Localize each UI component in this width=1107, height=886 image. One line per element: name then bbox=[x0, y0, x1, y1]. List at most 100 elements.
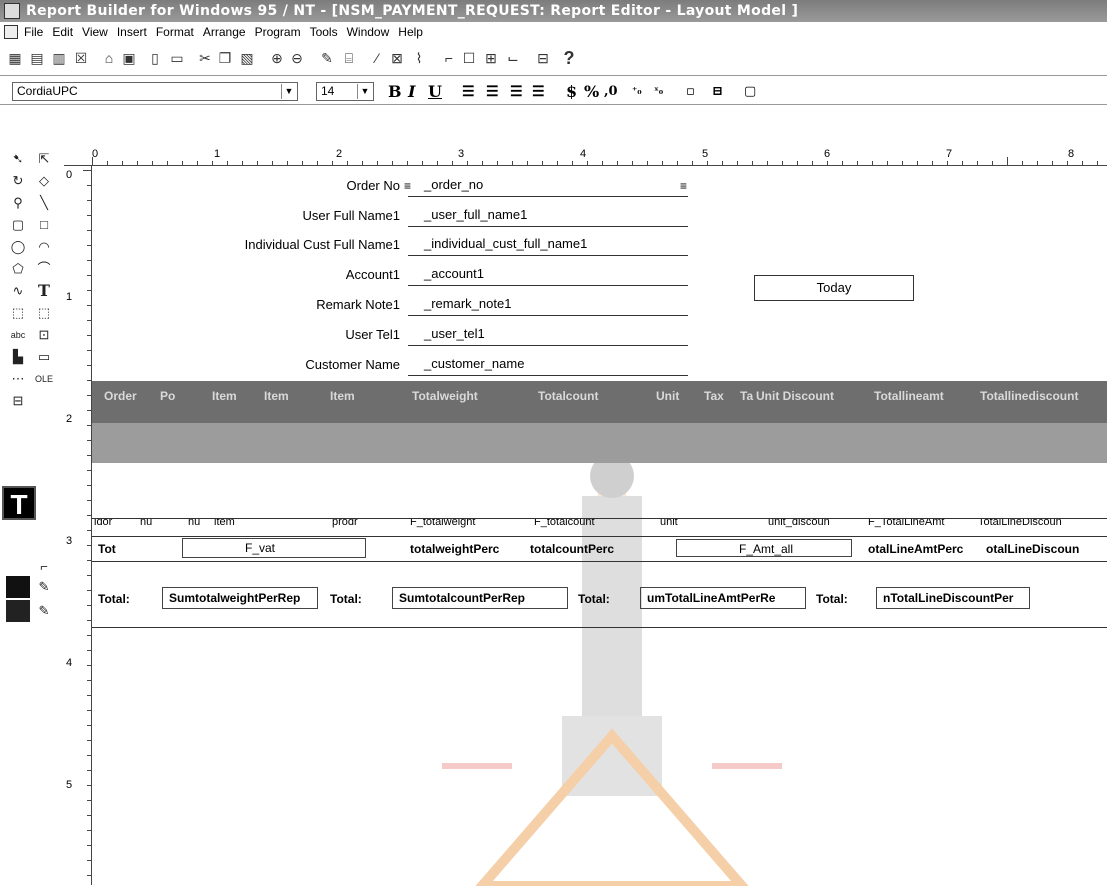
field-remark-note[interactable]: _remark_note1 bbox=[408, 294, 688, 316]
open-icon[interactable]: ⌂ bbox=[100, 49, 118, 67]
layout-model-icon[interactable]: ▤ bbox=[28, 49, 46, 67]
chevron-down-icon[interactable]: ▼ bbox=[357, 84, 372, 99]
ole-icon[interactable]: OLE bbox=[32, 368, 56, 390]
layout-canvas[interactable]: Order No _order_no User Full Name1 _user… bbox=[92, 166, 1107, 886]
justify-icon[interactable]: ☰ bbox=[532, 83, 545, 101]
data-model-icon[interactable]: ▦ bbox=[6, 49, 24, 67]
sum-line-amt-field[interactable]: umTotalLineAmtPerRe bbox=[640, 587, 806, 609]
zoom-out-icon[interactable]: ⊖ bbox=[288, 49, 306, 67]
menu-window[interactable]: Window bbox=[347, 22, 390, 42]
menu-edit[interactable]: Edit bbox=[52, 22, 73, 42]
menu-view[interactable]: View bbox=[82, 22, 108, 42]
document-icon[interactable] bbox=[4, 25, 18, 39]
vat-field[interactable]: F_vat bbox=[182, 538, 366, 558]
fill-color-icon[interactable]: ⌐ bbox=[32, 556, 56, 578]
polygon-icon[interactable]: ⬠ bbox=[6, 258, 30, 280]
zoom-in-icon[interactable]: ⊕ bbox=[268, 49, 286, 67]
save-icon[interactable]: ▣ bbox=[120, 49, 138, 67]
text-swatch-icon[interactable] bbox=[6, 600, 30, 622]
line-disc-pct-field[interactable]: otalLineDiscoun bbox=[986, 541, 1079, 557]
magnify-select-icon[interactable]: ⇱ bbox=[32, 148, 56, 170]
border-icon[interactable]: ▫ bbox=[686, 83, 695, 101]
repeat-field[interactable]: unit bbox=[660, 519, 678, 528]
font-name-select[interactable]: CordiaUPC ▼ bbox=[12, 82, 298, 101]
repeat-field[interactable]: F_totalweight bbox=[410, 519, 475, 528]
wizard-icon[interactable]: ✎ bbox=[318, 49, 336, 67]
align-center-icon[interactable]: ⊞ bbox=[482, 49, 500, 67]
chevron-down-icon[interactable]: ▼ bbox=[281, 84, 296, 99]
menu-tools[interactable]: Tools bbox=[310, 22, 338, 42]
summary-row[interactable]: Total: SumtotalweightPerRep Total: Sumto… bbox=[92, 562, 1107, 628]
total-count-pct-field[interactable]: totalcountPerc bbox=[530, 541, 614, 557]
fill-swatch-icon[interactable] bbox=[6, 576, 30, 598]
align-left-icon[interactable]: ☰ bbox=[462, 83, 475, 101]
font-size-select[interactable]: 14 ▼ bbox=[316, 82, 374, 101]
ellipse-icon[interactable]: ◯ bbox=[6, 236, 30, 258]
layout-properties-icon[interactable]: ⊟ bbox=[534, 49, 552, 67]
bold-button[interactable]: B bbox=[388, 83, 402, 101]
line-spacing-icon[interactable]: ⊟ bbox=[712, 83, 723, 101]
menu-format[interactable]: Format bbox=[156, 22, 194, 42]
field-customer-name[interactable]: _customer_name bbox=[408, 354, 688, 376]
menu-arrange[interactable]: Arrange bbox=[203, 22, 246, 42]
chart-icon[interactable]: ⌸ bbox=[340, 49, 358, 67]
line-icon[interactable]: ╲ bbox=[32, 192, 56, 214]
field-user-full-name[interactable]: _user_full_name1 bbox=[408, 205, 688, 227]
freehand-icon[interactable]: ∿ bbox=[6, 280, 30, 302]
frame-tool-icon[interactable]: ⬚ bbox=[6, 302, 30, 324]
brush-icon[interactable]: ⌇ bbox=[410, 49, 428, 67]
polyline-icon[interactable]: ⌒ bbox=[32, 258, 56, 280]
align-bottom-icon[interactable]: ⌙ bbox=[504, 49, 522, 67]
field-icon[interactable]: ⁄ bbox=[368, 49, 386, 67]
remove-decimal-icon[interactable]: ˣ₀ bbox=[654, 83, 663, 101]
totals-row[interactable]: Tot F_vat totalweightPerc totalcountPerc… bbox=[92, 536, 1107, 562]
underline-button[interactable]: U bbox=[428, 83, 442, 101]
copy-icon[interactable]: ❐ bbox=[216, 49, 234, 67]
field-tool-icon[interactable]: abc bbox=[6, 324, 30, 346]
arc-icon[interactable]: ◠ bbox=[32, 236, 56, 258]
magnify-icon[interactable]: ⚲ bbox=[6, 192, 30, 214]
align-box-icon[interactable]: ☐ bbox=[460, 49, 478, 67]
frame-icon[interactable]: ▢ bbox=[744, 83, 756, 101]
menu-help[interactable]: Help bbox=[398, 22, 423, 42]
close-view-icon[interactable]: ☒ bbox=[72, 49, 90, 67]
percent-button[interactable]: % bbox=[584, 83, 599, 101]
resize-handle[interactable]: ≡ bbox=[680, 180, 687, 192]
app-icon[interactable] bbox=[4, 3, 20, 19]
repeating-frame-band[interactable] bbox=[92, 423, 1107, 463]
field-individual-cust[interactable]: _individual_cust_full_name1 bbox=[408, 234, 688, 256]
comma-button[interactable]: ,0 bbox=[604, 83, 618, 101]
format-icon[interactable]: ⊠ bbox=[388, 49, 406, 67]
italic-button[interactable]: I bbox=[408, 83, 415, 101]
repeat-field[interactable]: item bbox=[214, 519, 235, 528]
help-icon[interactable]: ? bbox=[560, 49, 578, 67]
run-icon[interactable]: ▯ bbox=[146, 49, 164, 67]
repeating-frame-icon[interactable]: ⬚ bbox=[32, 302, 56, 324]
field-account[interactable]: _account1 bbox=[408, 264, 688, 286]
window-title-bar[interactable]: Report Builder for Windows 95 / NT - [NS… bbox=[0, 0, 1107, 22]
rotate-icon[interactable]: ↻ bbox=[6, 170, 30, 192]
sum-weight-field[interactable]: SumtotalweightPerRep bbox=[162, 587, 318, 609]
sum-line-disc-field[interactable]: nTotalLineDiscountPer bbox=[876, 587, 1030, 609]
line-color-icon[interactable]: ✎ bbox=[32, 576, 56, 598]
repeat-fields-row[interactable]: idor nu nu item prodr F_totalweight F_to… bbox=[92, 518, 1107, 529]
select-icon[interactable]: ➷ bbox=[6, 148, 30, 170]
button-tool-icon[interactable]: ▭ bbox=[32, 346, 56, 368]
repeat-field[interactable]: F_totalcount bbox=[534, 519, 595, 528]
menu-file[interactable]: File bbox=[24, 22, 43, 42]
boilerplate-icon[interactable]: ⊡ bbox=[32, 324, 56, 346]
paste-icon[interactable]: ▧ bbox=[238, 49, 256, 67]
chart-tool-icon[interactable]: ▙ bbox=[6, 346, 30, 368]
align-right-icon[interactable]: ☰ bbox=[510, 83, 523, 101]
repeat-field[interactable]: idor bbox=[94, 519, 112, 528]
text-color-icon[interactable]: ✎ bbox=[32, 600, 56, 622]
repeat-field[interactable]: nu bbox=[188, 519, 200, 528]
resize-handle[interactable]: ≡ bbox=[404, 180, 411, 192]
text-icon[interactable]: T bbox=[32, 280, 56, 302]
today-field[interactable]: Today bbox=[754, 275, 914, 301]
add-decimal-icon[interactable]: ⁺₀ bbox=[632, 83, 642, 101]
menu-program[interactable]: Program bbox=[255, 22, 301, 42]
rectangle-icon[interactable]: □ bbox=[32, 214, 56, 236]
column-header-band[interactable]: Order Po Item Item Item Totalweight Tota… bbox=[92, 381, 1107, 423]
rounded-rect-icon[interactable]: ▢ bbox=[6, 214, 30, 236]
